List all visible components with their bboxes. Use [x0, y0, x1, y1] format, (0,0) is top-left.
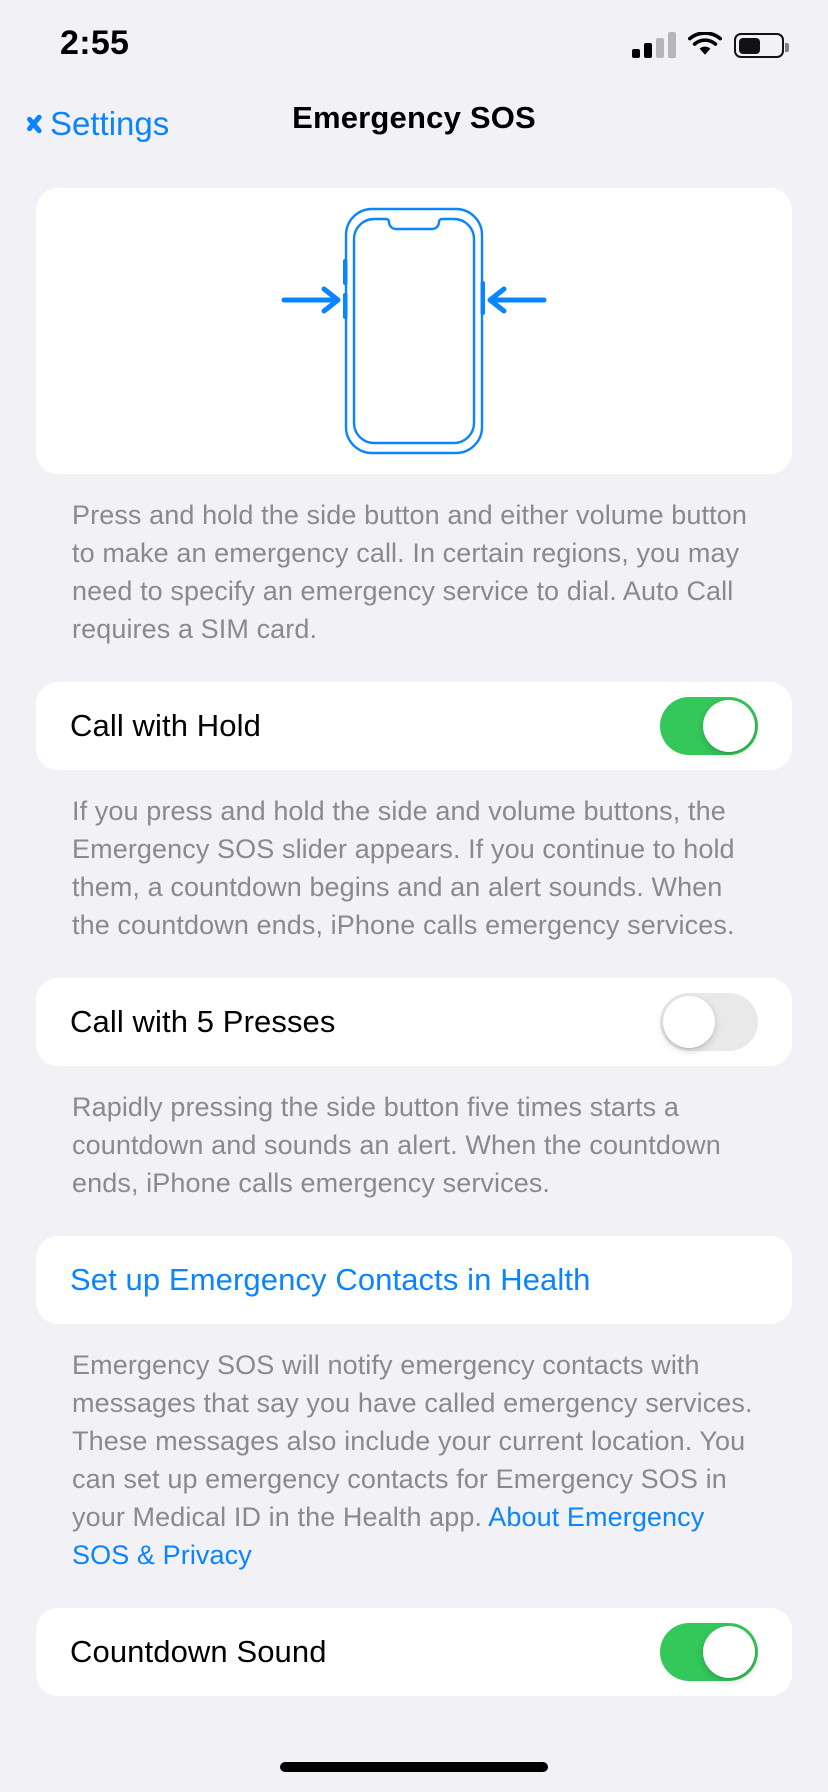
- iphone-side-button-diagram: [281, 207, 547, 455]
- back-button[interactable]: Settings: [22, 94, 169, 154]
- home-indicator[interactable]: [280, 1762, 548, 1772]
- call-with-5-presses-label: Call with 5 Presses: [70, 1004, 336, 1039]
- call-with-hold-footnote: If you press and hold the side and volum…: [72, 796, 735, 940]
- call-with-5-presses-card: Call with 5 Presses: [36, 978, 792, 1066]
- chevron-left-icon: [22, 107, 42, 141]
- call-with-hold-card: Call with Hold: [36, 682, 792, 770]
- arrow-left-icon: [487, 286, 547, 314]
- arrow-right-icon: [281, 286, 341, 314]
- countdown-sound-row[interactable]: Countdown Sound: [36, 1608, 792, 1696]
- status-bar-clock: 2:55: [60, 24, 130, 62]
- settings-content: Press and hold the side button and eithe…: [0, 188, 828, 1696]
- battery-icon: [734, 33, 789, 58]
- countdown-sound-card: Countdown Sound: [36, 1608, 792, 1696]
- call-with-hold-label: Call with Hold: [70, 708, 261, 743]
- call-with-hold-toggle[interactable]: [660, 697, 758, 755]
- emergency-contacts-card: Set up Emergency Contacts in Health: [36, 1236, 792, 1324]
- wifi-icon: [688, 31, 722, 58]
- emergency-contacts-footnote: Emergency SOS will notify emergency cont…: [72, 1346, 756, 1574]
- countdown-sound-toggle[interactable]: [660, 1623, 758, 1681]
- countdown-sound-label: Countdown Sound: [70, 1634, 327, 1669]
- call-with-5-presses-footnote: Rapidly pressing the side button five ti…: [72, 1092, 721, 1198]
- status-bar-indicators: [632, 28, 789, 58]
- illustration-card: [36, 188, 792, 474]
- call-with-hold-row[interactable]: Call with Hold: [36, 682, 792, 770]
- emergency-sos-settings-screen: 2:55 Emergency SOS Settings Press and ho…: [0, 0, 828, 1792]
- set-up-emergency-contacts-button[interactable]: Set up Emergency Contacts in Health: [36, 1236, 792, 1324]
- call-with-5-presses-row[interactable]: Call with 5 Presses: [36, 978, 792, 1066]
- navigation-bar: Emergency SOS Settings: [0, 94, 828, 164]
- status-bar: 2:55: [0, 0, 828, 90]
- cellular-signal-icon: [632, 32, 676, 58]
- intro-footnote: Press and hold the side button and eithe…: [72, 500, 747, 644]
- call-with-5-presses-toggle[interactable]: [660, 993, 758, 1051]
- back-button-label: Settings: [50, 105, 170, 142]
